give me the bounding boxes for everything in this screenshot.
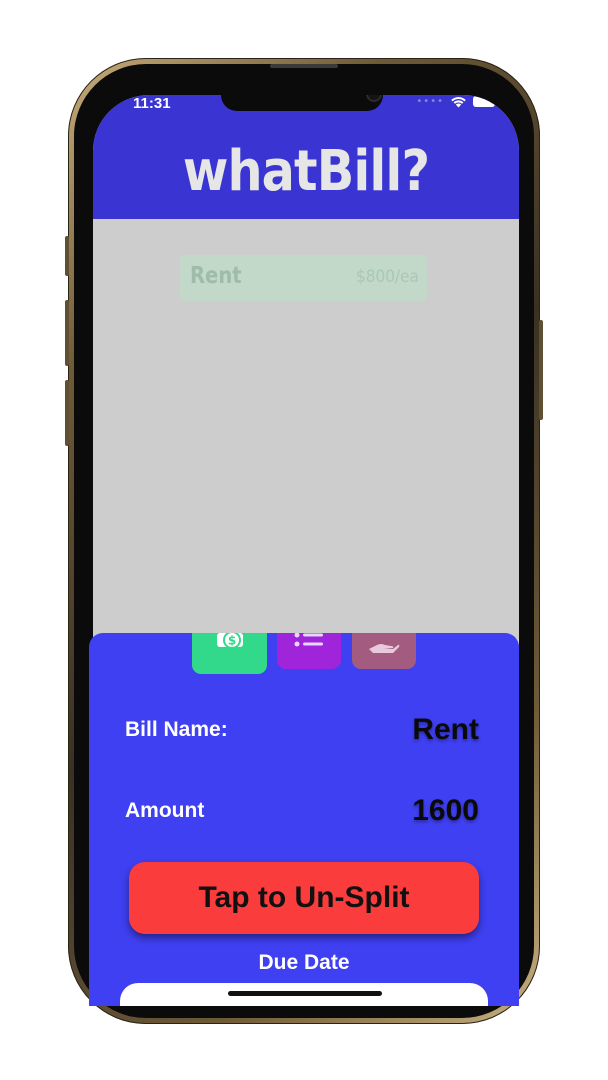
bill-list: Rent $800/ea	[93, 219, 519, 639]
app-header: 11:31 •••• whatBill?	[93, 95, 519, 219]
volume-up-button	[65, 300, 69, 366]
bill-name-value[interactable]: Rent	[412, 713, 479, 747]
hand-icon	[369, 644, 400, 653]
bill-item-amount: $800/ea	[356, 267, 419, 287]
bill-list-item[interactable]: Rent $800/ea	[180, 255, 427, 301]
battery-icon	[473, 96, 498, 107]
status-icons: ••••	[416, 95, 498, 108]
notch	[221, 95, 383, 111]
unsplit-button[interactable]: Tap to Un-Split	[129, 862, 479, 934]
status-time: 11:31	[133, 95, 171, 112]
app-title: whatBill?	[182, 139, 430, 204]
svg-text:$: $	[227, 634, 235, 648]
tab-list[interactable]	[277, 633, 341, 669]
tab-hand[interactable]	[352, 633, 416, 669]
power-button	[539, 320, 543, 420]
wifi-icon	[451, 97, 466, 108]
list-icon	[294, 633, 323, 647]
tab-money[interactable]: $	[192, 633, 267, 674]
bill-item-name: Rent	[190, 263, 242, 289]
amount-value[interactable]: 1600	[412, 794, 479, 828]
volume-down-button	[65, 380, 69, 446]
front-camera	[366, 95, 382, 102]
speaker-grille	[270, 64, 338, 68]
amount-label: Amount	[125, 799, 205, 822]
money-icon: $	[216, 633, 243, 649]
bill-name-label: Bill Name:	[125, 718, 228, 741]
due-date-label: Due Date	[258, 951, 350, 974]
mute-switch	[65, 236, 69, 276]
bill-detail-sheet: $ Bill Name: Rent Amount 1600 Tap to Un-…	[89, 633, 519, 1006]
home-indicator[interactable]	[228, 991, 382, 996]
cellular-signal-icon: ••••	[416, 96, 444, 107]
